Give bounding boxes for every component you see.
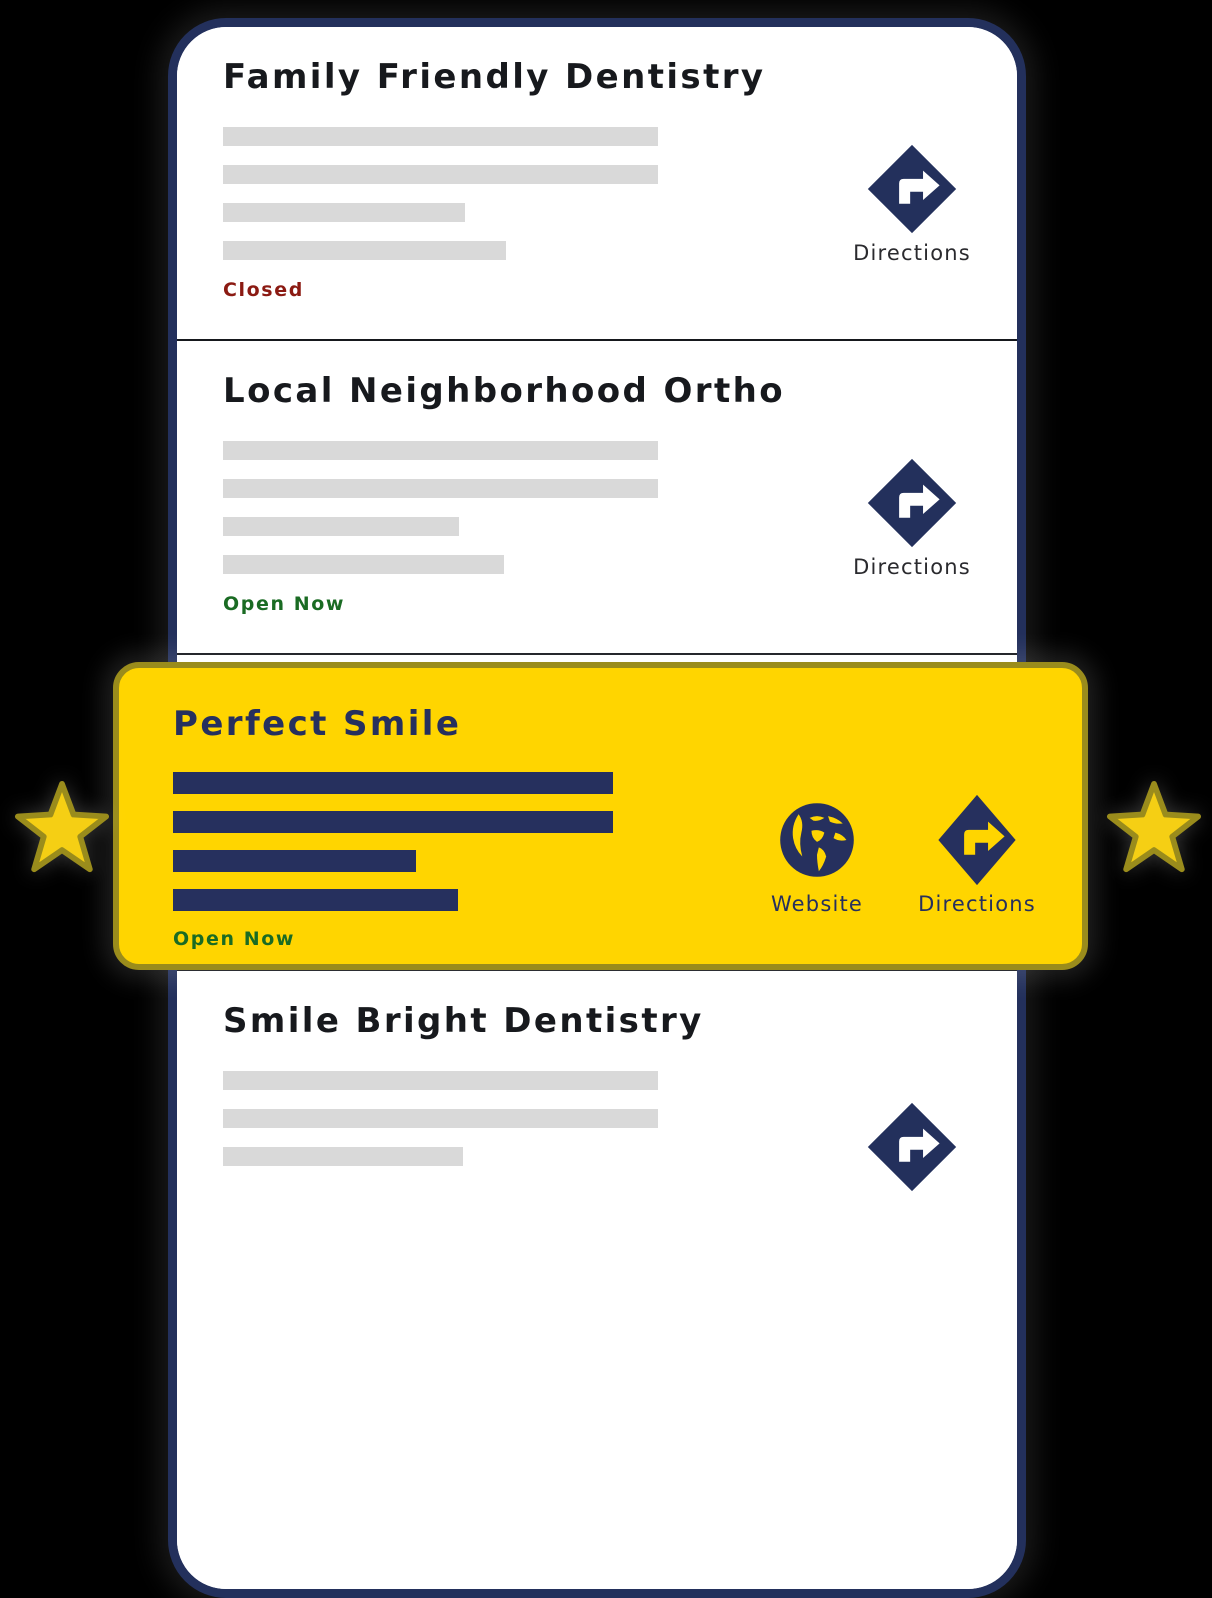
website-label: Website [770, 892, 864, 916]
placeholder-bar [173, 811, 613, 833]
placeholder-bar [173, 772, 613, 794]
status-badge: Open Now [173, 928, 296, 950]
listing-card[interactable]: Family Friendly Dentistry Closed Directi [177, 27, 1017, 341]
website-button[interactable]: Website [758, 794, 876, 916]
directions-button[interactable]: Directions [853, 457, 971, 579]
directions-diamond-icon [931, 794, 1023, 886]
listing-actions [853, 1101, 971, 1193]
directions-label: Directions [853, 555, 971, 579]
directions-diamond-icon [866, 1101, 958, 1193]
listing-actions: Directions [853, 143, 971, 265]
directions-label: Directions [853, 241, 971, 265]
placeholder-bar [173, 889, 458, 911]
placeholder-bar [223, 1071, 658, 1090]
listing-title: Smile Bright Dentistry [223, 1001, 704, 1041]
directions-button[interactable] [853, 1101, 971, 1193]
placeholder-bar [223, 479, 658, 498]
directions-label: Directions [918, 892, 1036, 916]
listing-actions: Directions [853, 457, 971, 579]
featured-listing-actions: Website Directions [758, 794, 1036, 916]
placeholder-bar [223, 441, 658, 460]
placeholder-bar [223, 203, 465, 222]
listing-title: Local Neighborhood Ortho [223, 371, 785, 411]
globe-icon [771, 794, 863, 886]
directions-diamond-icon [866, 457, 958, 549]
directions-button[interactable]: Directions [853, 143, 971, 265]
status-badge: Closed [223, 279, 304, 301]
placeholder-bar [223, 555, 504, 574]
star-decoration-left [14, 780, 110, 876]
placeholder-bar [223, 127, 658, 146]
listing-card[interactable]: Smile Bright Dentistry [177, 971, 1017, 1271]
directions-button[interactable]: Directions [918, 794, 1036, 916]
placeholder-bar [223, 1147, 463, 1166]
placeholder-bar [223, 241, 506, 260]
placeholder-bar [223, 1109, 658, 1128]
featured-listing-title: Perfect Smile [173, 704, 462, 744]
listing-title: Family Friendly Dentistry [223, 57, 766, 97]
placeholder-bar [223, 165, 658, 184]
featured-listing-wrapper: Perfect Smile Open Now Website Direction… [113, 662, 1088, 970]
placeholder-bar [173, 850, 416, 872]
status-badge: Open Now [223, 593, 346, 615]
placeholder-bar [223, 517, 459, 536]
star-decoration-right [1106, 780, 1202, 876]
featured-listing-card[interactable]: Perfect Smile Open Now Website Direction… [113, 662, 1088, 970]
directions-diamond-icon [866, 143, 958, 235]
listing-card[interactable]: Local Neighborhood Ortho Open Now Direct [177, 341, 1017, 655]
